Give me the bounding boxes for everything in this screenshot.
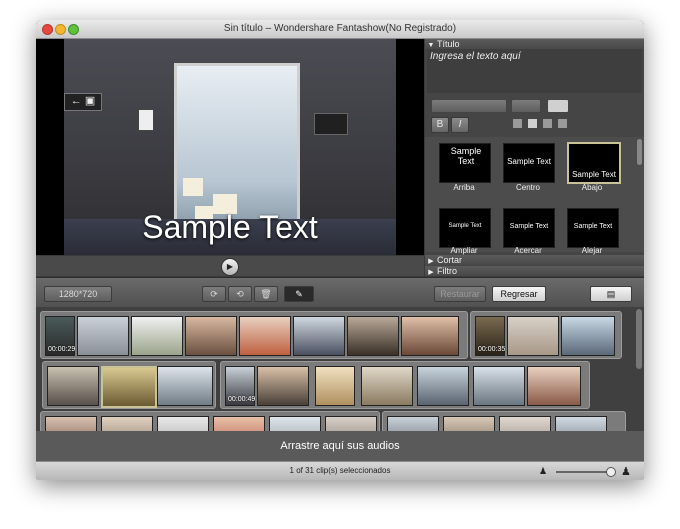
clip[interactable] [47, 366, 99, 406]
restore-button[interactable]: Restaurar [434, 286, 486, 302]
clip-selected[interactable] [101, 366, 157, 408]
clip[interactable] [293, 316, 345, 356]
editing-toolbar: 1280*720 ⟳ ⟲ 🗑 ✎ Restaurar Regresar ▤ [36, 277, 644, 308]
clip[interactable] [473, 366, 525, 406]
clip[interactable] [507, 316, 559, 356]
clip[interactable] [561, 316, 615, 356]
clip[interactable] [315, 366, 355, 406]
clip[interactable] [213, 416, 265, 431]
stool-shape [183, 178, 203, 196]
font-size-select[interactable] [511, 99, 541, 113]
preset-top[interactable]: Sample Text [439, 143, 491, 183]
preview-overlay-text: Sample Text [142, 209, 318, 245]
clip[interactable] [131, 316, 183, 356]
preset-zoom-in[interactable]: Sample Text [439, 208, 491, 248]
preset-bottom[interactable]: Sample Text [567, 142, 621, 184]
play-button[interactable]: ▶ [221, 258, 239, 276]
rotate-left-icon[interactable]: ⟲ [228, 286, 252, 302]
preset-label: Abajo [581, 183, 603, 192]
align-left-icon[interactable] [513, 119, 522, 128]
window-title: Sin título – Wondershare Fantashow(No Re… [223, 23, 457, 34]
exit-sign-icon: ← ▣ [64, 93, 102, 111]
clip-strip: 00:00:29 [40, 311, 468, 359]
clip[interactable] [157, 366, 213, 406]
clip-strip [40, 411, 380, 431]
clip[interactable]: 00:00:29 [45, 316, 75, 356]
preset-move-away[interactable]: Sample Text [567, 208, 619, 248]
presets-scrollbar[interactable] [637, 139, 642, 165]
clip[interactable] [185, 316, 237, 356]
preset-label: Acercar [514, 246, 542, 255]
clip[interactable] [443, 416, 495, 431]
playback-bar: ▶ [36, 256, 424, 276]
storyboard: 00:00:29 00:00:35 00:00:49 [36, 307, 644, 431]
clip[interactable] [555, 416, 607, 431]
clip-strip [42, 361, 216, 409]
clip[interactable]: 00:00:49 [225, 366, 255, 406]
preset-label: Arriba [453, 183, 475, 192]
clip[interactable]: 00:00:35 [475, 316, 505, 356]
align-center-icon[interactable] [528, 119, 537, 128]
filter-section-header[interactable]: ▶ Filtro [425, 266, 644, 276]
clip[interactable] [387, 416, 439, 431]
video-preview: ← ▣ Sample Text [36, 39, 424, 255]
clip[interactable] [101, 416, 153, 431]
preset-center[interactable]: Sample Text [503, 143, 555, 183]
resolution-button[interactable]: 1280*720 [44, 286, 112, 302]
wall-logo-icon [314, 113, 348, 135]
clip[interactable] [239, 316, 291, 356]
clip[interactable] [45, 416, 97, 431]
person-small-icon: ♟ [539, 466, 548, 476]
wall-panel-icon [138, 109, 154, 131]
rotate-right-icon[interactable]: ⟳ [202, 286, 226, 302]
app-window: Sin título – Wondershare Fantashow(No Re… [36, 20, 644, 480]
storyboard-scrollbar[interactable] [636, 309, 642, 369]
title-presets: Sample Text Sample Text Sample Text Arri… [425, 137, 644, 255]
clip-strip: 00:00:49 [220, 361, 590, 409]
zoom-slider-knob[interactable] [606, 467, 616, 477]
preset-label: Alejar [581, 246, 603, 255]
export-icon[interactable]: ▤ [590, 286, 632, 302]
back-button[interactable]: Regresar [492, 286, 546, 302]
title-bar: Sin título – Wondershare Fantashow(No Re… [36, 20, 644, 39]
preview-image: ← ▣ Sample Text [64, 39, 396, 255]
clip[interactable] [401, 316, 459, 356]
clip[interactable] [325, 416, 377, 431]
title-text-input[interactable]: Ingresa el texto aquí [427, 49, 642, 93]
preset-approach[interactable]: Sample Text [503, 208, 555, 248]
clip[interactable] [347, 316, 399, 356]
clip[interactable] [269, 416, 321, 431]
clip-strip [382, 411, 626, 431]
effects-panel: ▼ Título Ingresa el texto aquí B I Sample… [425, 39, 644, 276]
status-bar: 1 of 31 clip(s) seleccionados ♟ ♟ [36, 461, 644, 480]
clip[interactable] [527, 366, 581, 406]
clip-strip: 00:00:35 [470, 311, 622, 359]
font-family-select[interactable] [431, 99, 507, 113]
clip[interactable] [417, 366, 469, 406]
cut-section-header[interactable]: ▶ Cortar [425, 255, 644, 265]
align-justify-icon[interactable] [558, 119, 567, 128]
preset-label: Ampliar [450, 246, 478, 255]
clip[interactable] [361, 366, 413, 406]
trash-icon[interactable]: 🗑 [254, 286, 278, 302]
bold-button[interactable]: B [431, 117, 449, 133]
font-color-swatch[interactable] [547, 99, 569, 113]
align-right-icon[interactable] [543, 119, 552, 128]
title-section-header[interactable]: ▼ Título [425, 39, 644, 49]
clip[interactable] [77, 316, 129, 356]
selection-status: 1 of 31 clip(s) seleccionados [289, 466, 391, 475]
zoom-slider[interactable] [556, 471, 612, 473]
pencil-icon[interactable]: ✎ [284, 286, 314, 302]
person-large-icon: ♟ [621, 466, 631, 478]
clip[interactable] [157, 416, 209, 431]
play-icon: ▶ [226, 262, 234, 271]
audio-drop-zone[interactable]: Arrastre aquí sus audios [36, 431, 644, 461]
clip[interactable] [499, 416, 551, 431]
preset-label: Centro [515, 183, 540, 192]
italic-button[interactable]: I [451, 117, 469, 133]
clip[interactable] [257, 366, 309, 406]
